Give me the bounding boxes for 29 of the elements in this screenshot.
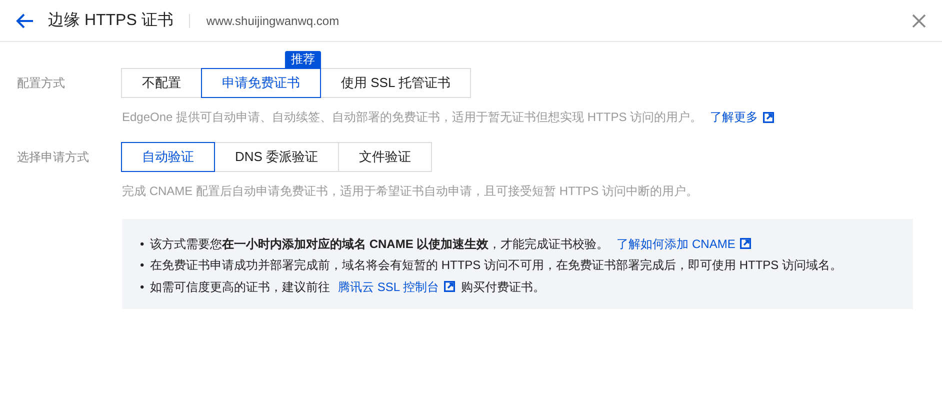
option-button[interactable]: 使用 SSL 托管证书 <box>320 68 472 98</box>
field-description: EdgeOne 提供可自动申请、自动续签、自动部署的免费证书，适用于暂无证书但想实现 HTTPS 访问的用户。 了解更多 <box>122 108 925 126</box>
external-link-icon <box>740 238 752 250</box>
bullet: • <box>140 278 146 296</box>
option-button[interactable]: DNS 委派验证 <box>214 142 340 172</box>
external-link-icon <box>763 112 774 122</box>
bullet: • <box>140 257 146 274</box>
notice-text: 该方式需要您在一小时内添加对应的域名 CNAME 以使加速生效，才能完成证书校验。 了解如何添加 CNAME <box>150 234 752 253</box>
close-button[interactable] <box>912 14 926 28</box>
recommend-badge: 推荐 <box>285 51 321 68</box>
external-link-icon <box>444 281 455 292</box>
notice-text: 如需可信度更高的证书，建议前往 腾讯云 SSL 控制台 购买付费证书。 <box>150 278 545 296</box>
arrow-left-icon <box>16 12 34 28</box>
notice-link[interactable]: 腾讯云 SSL 控制台 <box>338 278 455 296</box>
field-description: 完成 CNAME 配置后自动申请免费证书，适用于希望证书自动申请，且可接受短暂 HTTPS 访问中断的用户。 <box>122 183 700 200</box>
notice-link[interactable]: 了解如何添加 CNAME <box>616 234 752 253</box>
back-button[interactable] <box>16 12 34 28</box>
option-button[interactable]: 不配置 <box>121 68 202 98</box>
option-button[interactable]: 自动验证 <box>121 142 215 172</box>
close-icon <box>912 14 926 28</box>
panel-title: 边缘 HTTPS 证书 <box>48 10 174 31</box>
domain-text: www.shuijingwanwq.com <box>206 14 340 28</box>
option-button[interactable]: 申请免费证书 <box>201 68 321 98</box>
bullet: • <box>140 236 146 253</box>
field-label: 配置方式 <box>17 75 66 92</box>
field-label: 选择申请方式 <box>17 149 90 166</box>
notice-text: 在免费证书申请成功并部署完成前，域名将会有短暂的 HTTPS 访问不可用，在免费证书部署完成后，即可使用 HTTPS 访问域名。 <box>150 257 842 274</box>
option-button[interactable]: 文件验证 <box>338 142 432 172</box>
learn-more-link[interactable]: 了解更多 <box>710 108 774 126</box>
